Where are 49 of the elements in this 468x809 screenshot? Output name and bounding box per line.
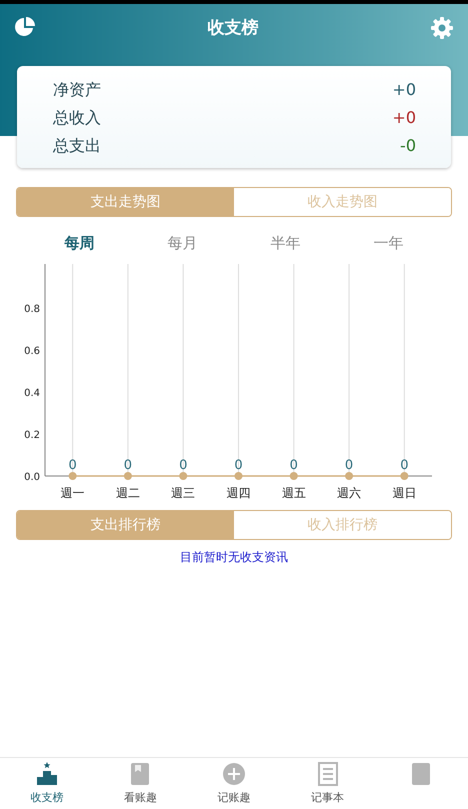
x-tick-label: 週六 [337,486,362,500]
chart-tab[interactable]: 支出走势图 [17,188,234,216]
x-tick-label: 週日 [392,486,416,500]
x-tick-label: 週四 [226,486,250,500]
pie-chart-icon[interactable] [14,16,36,38]
podium-icon [34,762,59,786]
data-label: 0 [344,458,354,472]
y-tick-label: 0.8 [24,304,40,314]
x-tick-label: 週一 [60,486,85,500]
x-tick-label: 週五 [282,486,306,500]
summary-value: +0 [392,107,416,129]
y-tick-label: 0.0 [24,472,40,482]
y-tick-label: 0.6 [24,346,40,356]
summary-label: 总收入 [53,107,101,129]
x-tick-label: 週二 [116,486,140,500]
data-point [68,472,77,480]
settings-icon[interactable] [430,16,454,40]
empty-message: 目前暂时无收支资讯 [179,548,289,566]
nav-tab[interactable]: 收支榜 [0,758,94,809]
summary-label: 总支出 [53,135,101,157]
data-point [400,472,408,480]
data-label: 0 [179,458,188,472]
nav-tab[interactable]: 看账趣 [94,758,188,809]
period-tab[interactable]: 每周 [58,231,100,256]
period-tab[interactable]: 一年 [368,231,410,256]
data-point [345,472,354,480]
data-label: 0 [68,458,77,472]
data-label: 0 [234,458,243,472]
data-label: 0 [400,458,408,472]
data-point [234,472,242,480]
data-label: 0 [124,458,132,472]
y-tick-label: 0.2 [24,430,40,440]
data-point [124,472,132,480]
ranking-tab[interactable]: 支出排行榜 [17,510,234,538]
y-tick-label: 0.4 [24,388,40,398]
screen-title: 收支榜 [208,17,258,40]
summary-value: +0 [392,79,416,101]
nav-tab[interactable]: 记事本 [280,758,374,809]
period-tab[interactable]: 每月 [162,231,204,256]
x-tick-label: 週三 [171,486,196,500]
plus-icon [222,762,246,786]
summary-value: -0 [400,135,416,157]
period-tab[interactable]: 半年 [264,231,306,256]
notes-icon [316,762,340,786]
data-label: 0 [290,458,298,472]
data-point [290,472,298,480]
summary-label: 净资产 [53,79,101,101]
data-point [179,472,188,480]
nav-tab[interactable]: 记账趣 [187,758,281,809]
